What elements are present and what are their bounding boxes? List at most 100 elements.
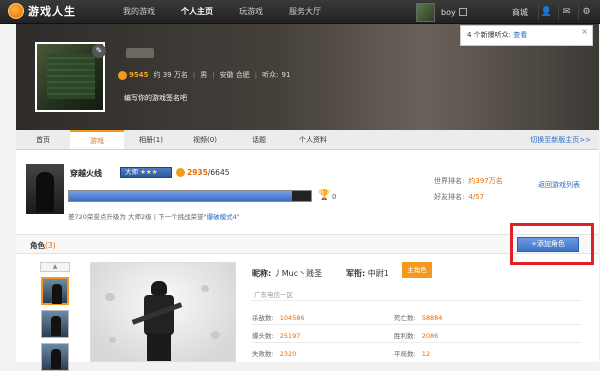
logo[interactable]: 游戏人生 [8,3,76,19]
kills-label: 杀敌数: [252,314,274,322]
wins-label: 胜利数: [394,332,416,340]
role-thumbnails: ▲ [40,262,70,371]
friend-rank-row: 好友排名: 4/57 [434,189,503,205]
tab-video[interactable]: 视频(0) [178,130,232,149]
bullet-hole [105,293,115,301]
profile-tabs: 首页 游戏 相册(1) 视频(0) 话题 个人资料 切换至新版主页>> [16,130,599,150]
shop-link[interactable]: 商城 [512,7,528,18]
next-challenge-link[interactable]: "爆破模式4" [204,213,240,221]
score-total: /6645 [207,168,230,177]
world-rank-value: 约397万名 [468,177,503,185]
top-nav: 我的游戏 个人主页 玩游戏 服务大厅 [110,0,334,24]
honor-score: 2935 /6645 [176,168,230,177]
rank-info: 世界排名: 约397万名 好友排名: 4/57 [434,173,503,205]
upgrade-text: 差720荣誉点升级为 大师2级丨下一个挑战荣誉"爆破模式4" [68,211,240,221]
deaths-label: 死亡数: [394,314,416,322]
bullet-hole [109,337,116,343]
soldier-image [36,172,54,212]
losses-value: 2320 [279,350,297,358]
gender: 男 [200,71,208,79]
role-thumb[interactable] [41,310,69,338]
nickname: 昵称: 丿Muc丶贱圣 [252,268,322,279]
rank-badge: 大师 ★★★ [120,167,172,178]
headshots-value: 25197 [279,332,301,340]
deaths-value: 58884 [421,314,443,322]
role-thumb[interactable] [41,343,69,371]
kills-stat: 杀敌数: 104586 [252,312,305,322]
edit-avatar-icon[interactable]: ✎ [92,44,106,58]
user-icon[interactable]: 👤 [538,4,554,20]
top-bar: 游戏人生 我的游戏 个人主页 玩游戏 服务大厅 boy 商城 👤 ✉ ⚙ [0,0,600,24]
trophy-icon[interactable]: 🏆 [318,190,330,201]
draws-stat: 平局数: 12 [394,348,430,358]
gear-icon[interactable]: ⚙ [578,4,594,20]
deaths-stat: 死亡数: 58884 [394,312,442,322]
tab-topics[interactable]: 话题 [232,130,286,149]
world-rank-row: 世界排名: 约397万名 [434,173,503,189]
scroll-up-icon[interactable]: ▲ [40,262,70,272]
military-rank-label: 军衔: [346,269,366,278]
upgrade-prefix: 差720荣誉点升级为 大师2级丨下一个挑战荣誉 [68,213,204,221]
profile-name-redacted [126,48,154,58]
user-name[interactable]: boy [441,8,456,17]
separator: | [192,71,196,79]
location: 安徽 合肥 [219,71,250,79]
game-thumbnail[interactable] [26,164,64,214]
rank-about: 约 39 万名 [153,71,188,79]
nav-service-hall[interactable]: 服务大厅 [276,0,334,24]
divider [252,342,582,343]
mail-icon[interactable]: ✉ [558,4,574,20]
main-role-badge: 主角色 [402,262,432,278]
tab-home[interactable]: 首页 [16,130,70,149]
separator: | [254,71,258,79]
dropdown-icon[interactable] [458,8,467,16]
user-menu[interactable]: boy [416,2,467,22]
nav-my-games[interactable]: 我的游戏 [110,0,168,24]
star-icon: ★★★ [140,168,158,176]
rank-label: 大师 [125,168,138,176]
roles-count: (3) [45,241,56,250]
separator: | [212,71,215,79]
military-rank-value: 中尉1 [367,269,389,278]
kills-value: 104586 [279,314,305,322]
bullet-hole [211,331,220,339]
game-title[interactable]: 穿越火线 [70,168,102,179]
world-rank-label: 世界排名: [434,177,465,185]
headshots-stat: 爆头数: 25197 [252,330,300,340]
divider [252,324,582,325]
draws-label: 平局数: [394,350,416,358]
soldier-head [151,281,167,295]
trophy-count: 0 [332,193,337,201]
game-panel: 穿越火线 大师 ★★★ 2935 /6645 🏆 0 差720荣誉点升级为 大师… [16,150,599,371]
coin-icon [176,168,185,177]
xp-progress-fill [69,191,292,201]
avatar[interactable] [416,2,435,22]
close-icon[interactable]: × [581,22,588,41]
roles-title: 角色(3) [30,240,56,251]
role-thumb[interactable] [41,277,69,305]
nav-profile-home[interactable]: 个人主页 [168,0,226,24]
back-to-game-list-link[interactable]: 返回游戏列表 [538,180,580,190]
avatar-image [47,54,95,99]
friend-rank-value: 4/57 [468,193,485,201]
nav-play-games[interactable]: 玩游戏 [226,0,276,24]
draws-value: 12 [421,350,430,358]
divider [252,300,582,301]
notification-popup: 4 个新爆听众: 查看 × [460,25,593,46]
notification-text: 4 个新爆听众: [467,31,514,39]
coin-value: 9545 [129,71,149,79]
role-portrait [90,262,236,362]
notification-link[interactable]: 查看 [513,31,527,39]
losses-stat: 失败数: 2320 [252,348,296,358]
tab-personal-info[interactable]: 个人资料 [286,130,340,149]
logo-icon [8,3,24,19]
signature[interactable]: 编写你的游戏签名吧 [124,93,187,103]
friend-rank-label: 好友排名: [434,193,465,201]
roles-title-text: 角色 [30,241,45,250]
wins-stat: 胜利数: 2086 [394,330,438,340]
logo-text: 游戏人生 [28,5,76,18]
tab-games[interactable]: 游戏 [70,130,124,149]
listeners-count[interactable]: 91 [282,71,291,79]
tab-album[interactable]: 相册(1) [124,130,178,149]
switch-new-homepage-link[interactable]: 切换至新版主页>> [530,130,591,150]
